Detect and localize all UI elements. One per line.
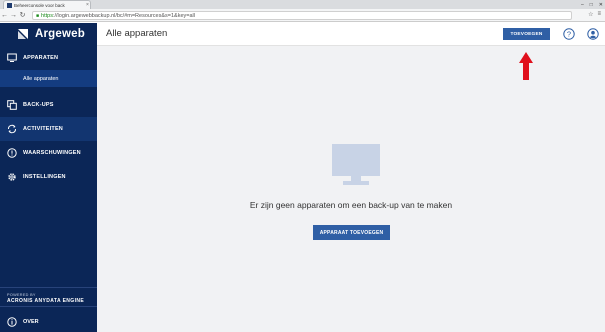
info-icon [7,316,17,327]
sidebar: Argeweb APPARATEN Alle apparaten BACK-UP… [0,23,97,332]
monitor-illustration-icon [332,144,380,185]
lock-icon: ■ [36,12,40,19]
minimize-button[interactable]: – [581,2,584,8]
sidebar-item-label: WAARSCHUWINGEN [23,150,81,156]
sidebar-item-waarschuwingen[interactable]: WAARSCHUWINGEN [0,141,97,165]
activity-icon [7,124,17,134]
sidebar-item-label: ACTIVITEITEN [23,126,63,132]
sidebar-item-label: OVER [23,318,39,325]
powered-by-engine: ACRONIS ANYDATA ENGINE [7,298,85,304]
main-content: Er zijn geen apparaten om een back-up va… [97,46,605,332]
backup-icon [7,100,17,110]
sidebar-item-instellingen[interactable]: INSTELLINGEN [0,165,97,189]
window-controls: – □ ✕ [581,0,603,9]
sidebar-item-apparaten[interactable]: APPARATEN [0,46,97,70]
help-icon[interactable]: ? [563,28,575,40]
back-arrow-icon[interactable]: ← [0,12,9,19]
gear-icon [7,172,17,182]
annotation-arrow-icon [519,52,533,80]
sidebar-item-label: INSTELLINGEN [23,174,66,180]
brand-logo[interactable]: Argeweb [0,23,97,45]
url-scheme: https [41,12,53,19]
monitor-icon [7,53,17,63]
browser-menu-icon[interactable]: ≡ [597,11,601,18]
address-bar: ← → ↻ ■ https://login.argewebbackup.nl/b… [0,9,605,22]
powered-by: POWERED BY ACRONIS ANYDATA ENGINE [0,287,97,307]
svg-text:?: ? [567,30,571,39]
add-button[interactable]: TOEVOEGEN [503,28,550,40]
browser-tab-title: Beheerconsole voor back [14,2,65,8]
bookmark-star-icon[interactable]: ☆ [588,11,593,18]
browser-tab-bar: Beheerconsole voor back × – □ ✕ [0,0,605,9]
add-device-button[interactable]: APPARAAT TOEVOEGEN [313,225,390,240]
sidebar-item-back-ups[interactable]: BACK-UPS [0,93,97,117]
favicon-icon [7,2,12,8]
empty-state-message: Er zijn geen apparaten om een back-up va… [249,200,453,210]
url-field[interactable]: ■ https://login.argewebbackup.nl/bc/#m=R… [32,11,572,20]
reload-icon[interactable]: ↻ [18,11,27,19]
browser-tab[interactable]: Beheerconsole voor back × [3,0,91,9]
brand-name: Argeweb [35,28,85,40]
alert-icon [7,148,17,158]
tab-close-icon[interactable]: × [86,2,89,8]
forward-arrow-icon[interactable]: → [9,12,18,19]
sidebar-item-activiteiten[interactable]: ACTIVITEITEN [0,117,97,141]
sidebar-item-label: BACK-UPS [23,102,54,108]
argeweb-logo-icon [18,29,28,39]
header: Alle apparaten TOEVOEGEN ? [97,23,605,46]
close-window-button[interactable]: ✕ [599,2,603,8]
page-title: Alle apparaten [106,28,168,39]
sidebar-item-label: APPARATEN [23,55,59,61]
sidebar-subitem-alle-apparaten[interactable]: Alle apparaten [0,70,97,87]
maximize-button[interactable]: □ [590,2,593,8]
sidebar-item-over[interactable]: OVER [0,311,97,332]
url-path: ://login.argewebbackup.nl/bc/#m=Resource… [52,12,195,19]
sidebar-subitem-label: Alle apparaten [23,75,59,82]
powered-by-caption: POWERED BY [7,293,36,297]
user-icon[interactable] [587,28,599,40]
